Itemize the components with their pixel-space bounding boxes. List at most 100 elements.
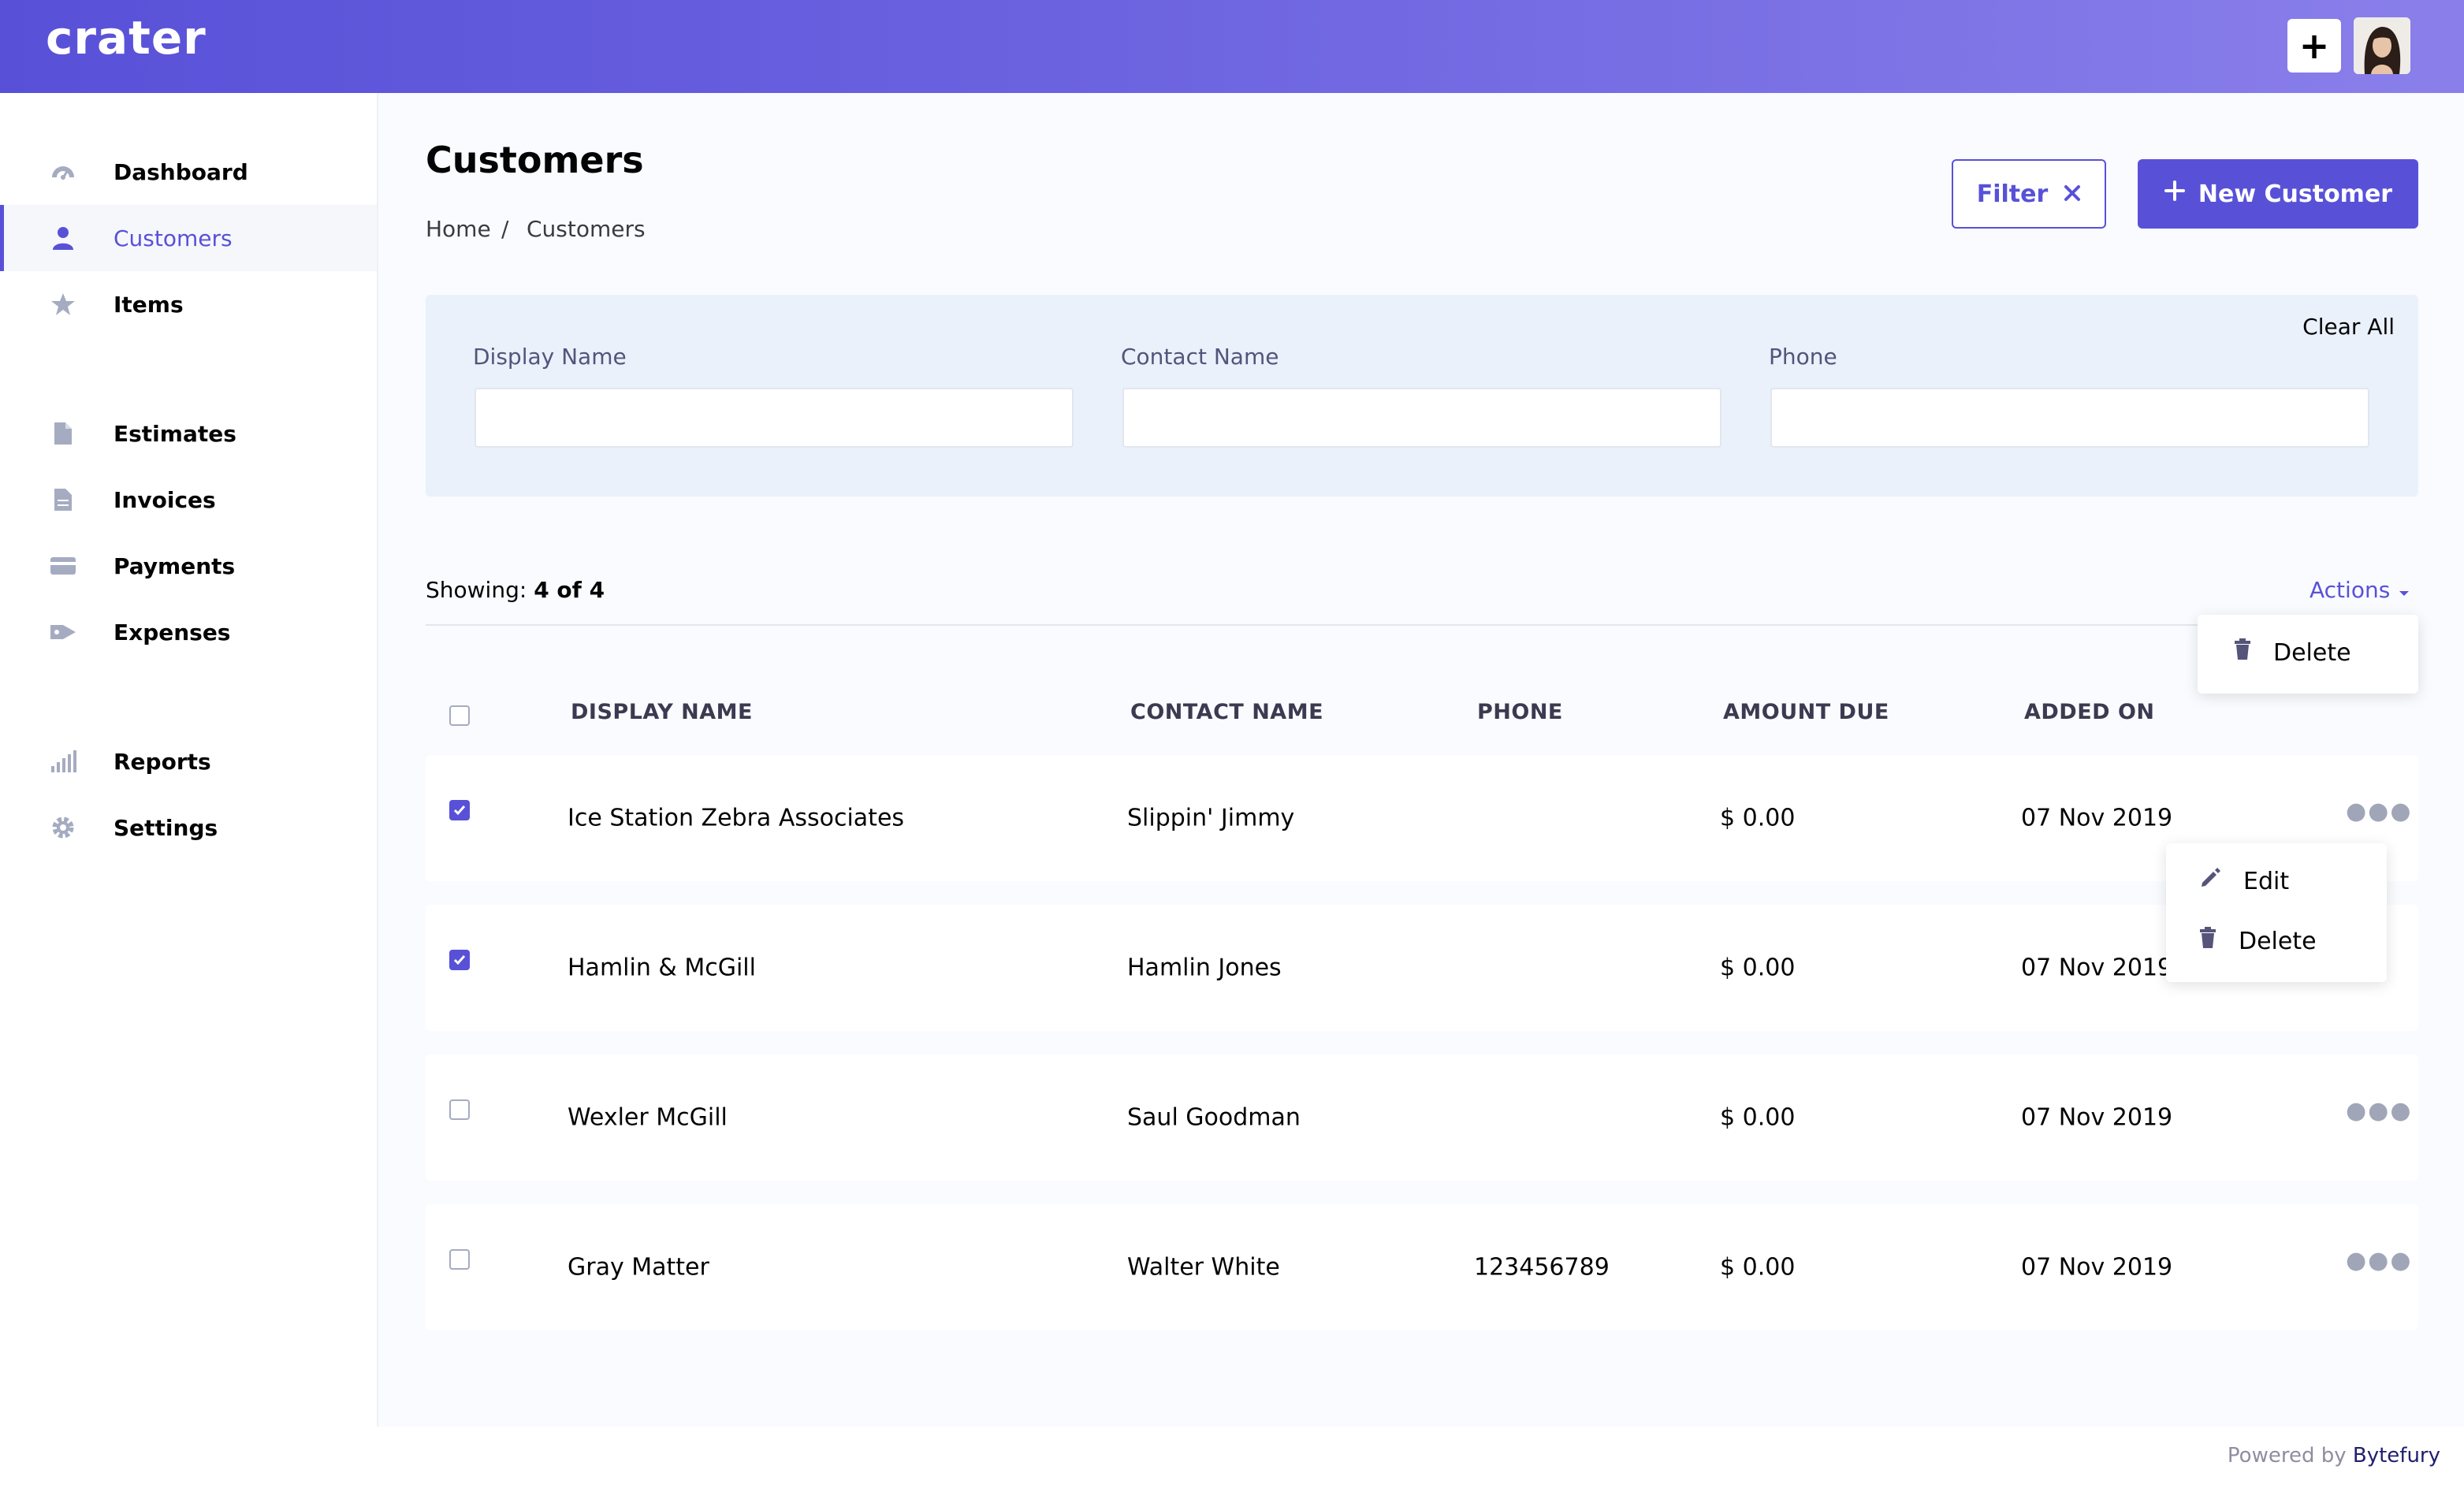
signal-bars-icon xyxy=(49,747,77,776)
invoice-icon xyxy=(49,485,77,514)
sidebar-item-items[interactable]: Items xyxy=(0,271,377,337)
breadcrumb-current: Customers xyxy=(527,216,646,242)
amount-due-cell: $ 0.00 xyxy=(1720,954,1796,982)
new-customer-label: New Customer xyxy=(2198,180,2393,208)
more-options-icon[interactable]: ●●● xyxy=(2346,1097,2413,1125)
table-row[interactable]: Ice Station Zebra Associates Slippin' Ji… xyxy=(426,755,2418,881)
filter-button[interactable]: Filter xyxy=(1952,159,2106,229)
added-on-cell: 07 Nov 2019 xyxy=(2021,804,2173,832)
added-on-cell: 07 Nov 2019 xyxy=(2021,1253,2173,1282)
sidebar-item-customers[interactable]: Customers xyxy=(0,205,377,271)
contact-name-cell: Slippin' Jimmy xyxy=(1127,804,1295,832)
column-phone[interactable]: PHONE xyxy=(1477,700,1563,724)
filter-panel: Clear All Display Name Contact Name Phon… xyxy=(426,295,2418,497)
column-display-name[interactable]: DISPLAY NAME xyxy=(571,700,753,724)
sidebar-item-estimates[interactable]: Estimates xyxy=(0,400,377,467)
column-contact-name[interactable]: CONTACT NAME xyxy=(1130,700,1323,724)
added-on-cell: 07 Nov 2019 xyxy=(2021,954,2173,982)
sidebar-item-label: Settings xyxy=(114,814,218,841)
phone-cell: 123456789 xyxy=(1474,1253,1610,1282)
sidebar-item-expenses[interactable]: Expenses xyxy=(0,599,377,665)
row-checkbox[interactable] xyxy=(449,800,470,820)
avatar[interactable] xyxy=(2354,17,2410,74)
credit-card-icon xyxy=(49,552,77,580)
amount-due-cell: $ 0.00 xyxy=(1720,804,1796,832)
phone-input[interactable] xyxy=(1770,388,2369,448)
row-options-menu: Edit Delete xyxy=(2166,843,2387,982)
display-name-cell[interactable]: Wexler McGill xyxy=(568,1104,728,1132)
row-checkbox[interactable] xyxy=(449,950,470,970)
divider xyxy=(426,624,2418,626)
column-added-on[interactable]: ADDED ON xyxy=(2024,700,2155,724)
caret-down-icon xyxy=(2398,577,2410,603)
sidebar-item-label: Expenses xyxy=(114,619,231,645)
footer: Powered by Bytefury xyxy=(377,1427,2464,1488)
sidebar-item-label: Items xyxy=(114,291,184,318)
table-row[interactable]: Hamlin & McGill Hamlin Jones $ 0.00 07 N… xyxy=(426,905,2418,1031)
table-row[interactable]: Gray Matter Walter White 123456789 $ 0.0… xyxy=(426,1204,2418,1330)
showing-prefix: Showing: xyxy=(426,577,527,603)
display-name-input[interactable] xyxy=(475,388,1074,448)
delete-label: Delete xyxy=(2273,638,2351,667)
pencil-icon xyxy=(2199,867,2221,895)
phone-label: Phone xyxy=(1769,344,1837,370)
powered-by-brand[interactable]: Bytefury xyxy=(2353,1444,2440,1468)
user-avatar-image xyxy=(2354,17,2410,74)
sidebar-item-dashboard[interactable]: Dashboard xyxy=(0,139,377,205)
actions-menu: Delete xyxy=(2198,615,2418,694)
star-icon xyxy=(49,290,77,318)
filter-button-label: Filter xyxy=(1976,180,2049,208)
contact-name-cell: Walter White xyxy=(1127,1253,1280,1282)
more-options-icon[interactable]: ●●● xyxy=(2346,798,2413,825)
showing-count: Showing: 4 of 4 xyxy=(426,577,605,603)
sidebar-item-invoices[interactable]: Invoices xyxy=(0,467,377,533)
select-all-checkbox[interactable] xyxy=(449,705,470,726)
actions-menu-delete[interactable]: Delete xyxy=(2234,638,2351,667)
row-checkbox[interactable] xyxy=(449,1099,470,1120)
sidebar-item-payments[interactable]: Payments xyxy=(0,533,377,599)
row-checkbox[interactable] xyxy=(449,1249,470,1270)
sidebar-item-reports[interactable]: Reports xyxy=(0,728,377,794)
sidebar: Dashboard Customers Items Estimates Invo… xyxy=(0,93,378,1488)
table-row[interactable]: Wexler McGill Saul Goodman $ 0.00 07 Nov… xyxy=(426,1055,2418,1181)
sidebar-item-label: Payments xyxy=(114,552,236,579)
quick-add-button[interactable]: + xyxy=(2287,19,2341,73)
breadcrumb-home[interactable]: Home xyxy=(426,216,491,242)
user-icon xyxy=(49,224,77,252)
dashboard-icon xyxy=(49,158,77,186)
amount-due-cell: $ 0.00 xyxy=(1720,1103,1796,1132)
crater-logo[interactable]: crater xyxy=(46,11,207,65)
sidebar-item-label: Reports xyxy=(114,748,211,775)
breadcrumb-separator: / xyxy=(501,216,509,242)
contact-name-label: Contact Name xyxy=(1121,344,1279,370)
new-customer-button[interactable]: New Customer xyxy=(2138,159,2418,229)
row-menu-edit[interactable]: Edit xyxy=(2199,867,2289,895)
sidebar-item-label: Customers xyxy=(114,225,233,251)
delete-label: Delete xyxy=(2239,927,2317,955)
sidebar-item-settings[interactable]: Settings xyxy=(0,794,377,861)
gear-icon xyxy=(49,813,77,842)
page-title: Customers xyxy=(426,139,644,181)
plus-icon xyxy=(2164,180,2186,208)
row-menu-delete[interactable]: Delete xyxy=(2199,927,2317,955)
document-icon xyxy=(49,419,77,448)
showing-value: 4 of 4 xyxy=(534,577,605,603)
sidebar-item-label: Estimates xyxy=(114,420,236,447)
sidebar-item-label: Invoices xyxy=(114,486,216,513)
display-name-cell[interactable]: Ice Station Zebra Associates xyxy=(568,805,904,832)
expense-icon xyxy=(49,618,77,646)
contact-name-input[interactable] xyxy=(1122,388,1721,448)
display-name-cell[interactable]: Hamlin & McGill xyxy=(568,954,756,982)
column-amount-due[interactable]: AMOUNT DUE xyxy=(1723,700,1889,724)
close-icon xyxy=(2064,180,2081,208)
actions-dropdown[interactable]: Actions xyxy=(2310,577,2410,603)
top-header: crater + xyxy=(0,0,2464,93)
display-name-cell[interactable]: Gray Matter xyxy=(568,1254,709,1282)
display-name-label: Display Name xyxy=(473,344,627,370)
edit-label: Edit xyxy=(2243,867,2290,895)
more-options-icon[interactable]: ●●● xyxy=(2346,1247,2413,1274)
plus-icon: + xyxy=(2298,24,2330,67)
clear-all-link[interactable]: Clear All xyxy=(2302,314,2395,340)
added-on-cell: 07 Nov 2019 xyxy=(2021,1103,2173,1132)
powered-by: Powered by Bytefury xyxy=(2228,1444,2440,1468)
